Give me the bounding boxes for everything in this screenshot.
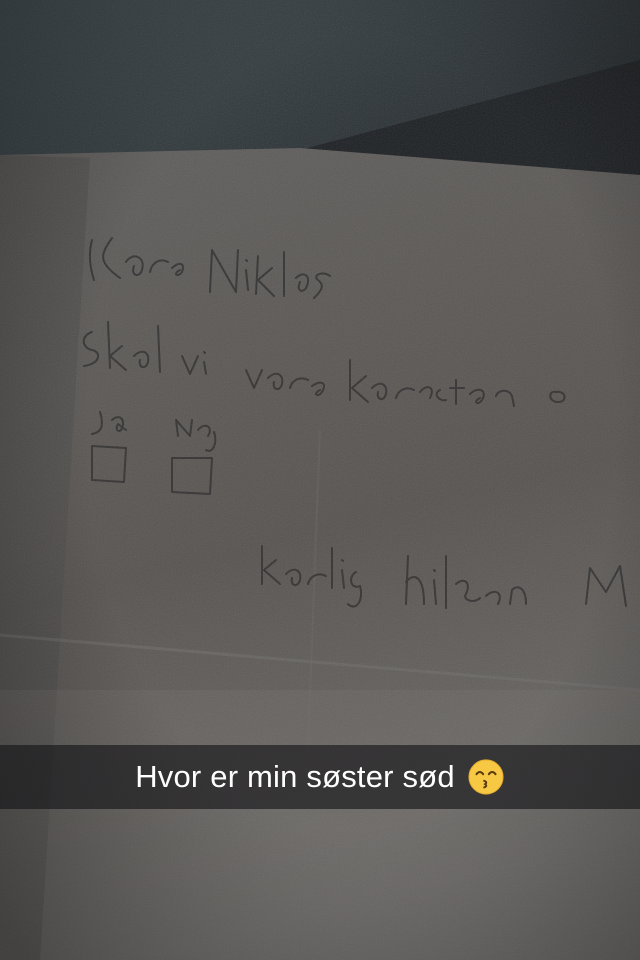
photo: Hvor er min søster sød	[0, 0, 640, 960]
caption-bar: Hvor er min søster sød	[0, 745, 640, 809]
caption-text: Hvor er min søster sød	[135, 759, 455, 794]
caption-content: Hvor er min søster sød	[135, 758, 505, 796]
photo-scene	[0, 0, 640, 960]
kissing-face-with-smiling-eyes-icon	[468, 759, 504, 795]
